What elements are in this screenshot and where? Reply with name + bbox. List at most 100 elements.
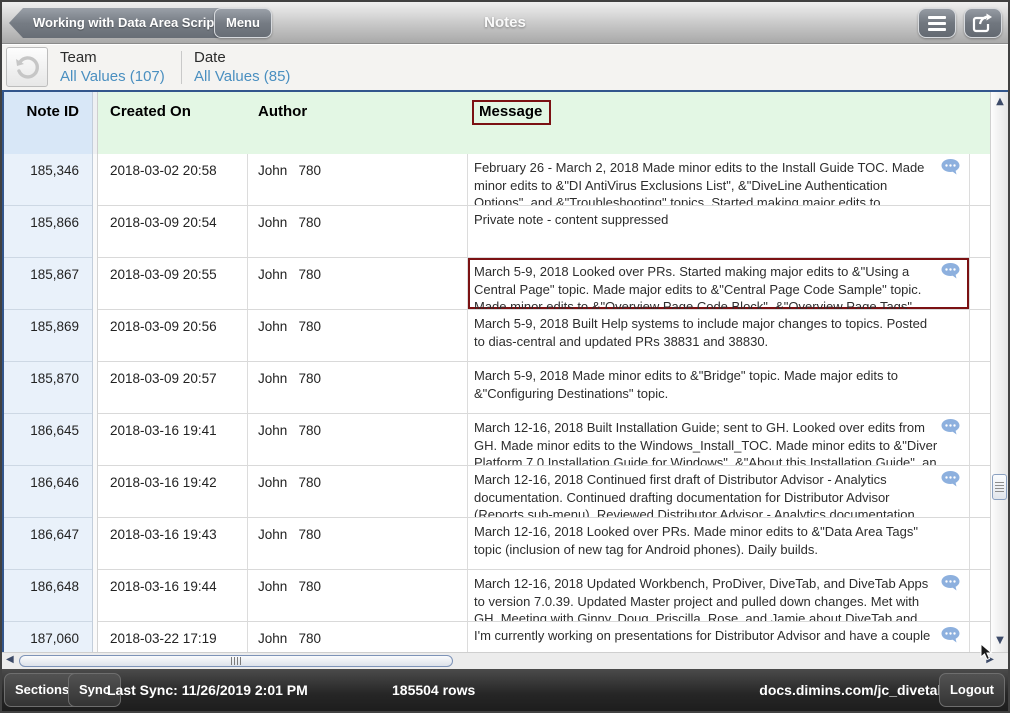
top-toolbar: Working with Data Area Scripts Menu Note…	[2, 2, 1008, 44]
author-cell: John 780	[248, 206, 468, 258]
message-cell[interactable]: March 12-16, 2018 Continued first draft …	[468, 466, 970, 518]
table-row[interactable]: 186,646 2018-03-16 19:42 John 780 March …	[4, 466, 1008, 518]
author-cell: John 780	[248, 570, 468, 622]
column-header-created-on[interactable]: Created On	[98, 92, 248, 154]
table-row[interactable]: 185,870 2018-03-09 20:57 John 780 March …	[4, 362, 1008, 414]
table-row[interactable]: 185,866 2018-03-09 20:54 John 780 Privat…	[4, 206, 1008, 258]
comment-icon[interactable]	[940, 262, 961, 285]
table-row[interactable]: 185,869 2018-03-09 20:56 John 780 March …	[4, 310, 1008, 362]
filter-team-label: Team	[60, 49, 165, 66]
filter-date-label: Date	[194, 49, 290, 66]
back-button[interactable]: Working with Data Area Scripts	[9, 8, 240, 38]
row-end-spacer	[970, 622, 990, 652]
message-cell[interactable]: March 5-9, 2018 Made minor edits to &"Br…	[468, 362, 970, 414]
message-text: March 12-16, 2018 Looked over PRs. Made …	[474, 524, 918, 557]
horizontal-scroll-thumb[interactable]	[19, 655, 453, 667]
message-text: Private note - content suppressed	[474, 212, 668, 227]
row-end-spacer	[970, 310, 990, 362]
message-cell[interactable]: March 12-16, 2018 Looked over PRs. Made …	[468, 518, 970, 570]
note-id-cell: 186,646	[4, 466, 92, 518]
filter-date-value[interactable]: All Values (85)	[194, 68, 290, 85]
created-on-cell: 2018-03-16 19:44	[98, 570, 248, 622]
refresh-icon	[13, 53, 41, 81]
message-header-highlight: Message	[472, 100, 551, 125]
row-end-spacer	[970, 518, 990, 570]
row-end-spacer	[970, 258, 990, 310]
message-cell[interactable]: March 12-16, 2018 Updated Workbench, Pro…	[468, 570, 970, 622]
table-row[interactable]: 186,647 2018-03-16 19:43 John 780 March …	[4, 518, 1008, 570]
comment-icon[interactable]	[940, 418, 961, 441]
created-on-cell: 2018-03-16 19:42	[98, 466, 248, 518]
message-cell[interactable]: March 5-9, 2018 Looked over PRs. Started…	[468, 258, 970, 310]
scroll-up-icon[interactable]: ▲	[991, 96, 1008, 107]
created-on-cell: 2018-03-09 20:55	[98, 258, 248, 310]
hamburger-icon	[928, 16, 946, 31]
note-id-cell: 185,870	[4, 362, 92, 414]
message-cell[interactable]: March 5-9, 2018 Built Help systems to in…	[468, 310, 970, 362]
column-header-message[interactable]: Message	[468, 92, 970, 154]
message-text: February 26 - March 2, 2018 Made minor e…	[474, 160, 924, 206]
message-cell[interactable]: March 12-16, 2018 Built Installation Gui…	[468, 414, 970, 466]
menu-button[interactable]: Menu	[214, 8, 272, 38]
message-text: March 12-16, 2018 Built Installation Gui…	[474, 420, 937, 466]
created-on-cell: 2018-03-09 20:57	[98, 362, 248, 414]
comment-icon[interactable]	[940, 158, 961, 181]
note-id-cell: 185,866	[4, 206, 92, 258]
note-id-cell: 187,060	[4, 622, 92, 652]
message-text: March 12-16, 2018 Continued first draft …	[474, 472, 918, 518]
filter-team-value[interactable]: All Values (107)	[60, 68, 165, 85]
created-on-cell: 2018-03-09 20:54	[98, 206, 248, 258]
note-id-cell: 185,869	[4, 310, 92, 362]
table-row[interactable]: 185,867 2018-03-09 20:55 John 780 March …	[4, 258, 1008, 310]
scroll-down-icon[interactable]: ▼	[991, 635, 1008, 646]
author-cell: John 780	[248, 310, 468, 362]
note-id-cell: 185,867	[4, 258, 92, 310]
comment-icon[interactable]	[940, 470, 961, 493]
row-end-spacer	[970, 414, 990, 466]
filter-separator	[181, 51, 182, 84]
scroll-left-icon[interactable]: ◀	[6, 654, 14, 665]
created-on-cell: 2018-03-09 20:56	[98, 310, 248, 362]
last-sync-text: Last Sync: 11/26/2019 2:01 PM	[107, 682, 308, 698]
author-cell: John 780	[248, 362, 468, 414]
created-on-cell: 2018-03-02 20:58	[98, 154, 248, 206]
row-end-spacer	[970, 206, 990, 258]
comment-icon[interactable]	[940, 574, 961, 597]
vertical-scroll-thumb[interactable]	[992, 474, 1007, 500]
table-row[interactable]: 187,060 2018-03-22 17:19 John 780 I'm cu…	[4, 622, 1008, 652]
author-cell: John 780	[248, 414, 468, 466]
share-button[interactable]	[964, 8, 1002, 38]
filter-team: Team All Values (107)	[60, 49, 165, 85]
note-id-cell: 185,346	[4, 154, 92, 206]
created-on-cell: 2018-03-16 19:43	[98, 518, 248, 570]
column-header-note-id[interactable]: Note ID	[4, 92, 92, 154]
created-on-cell: 2018-03-22 17:19	[98, 622, 248, 652]
row-end-spacer	[970, 570, 990, 622]
table-row[interactable]: 185,346 2018-03-02 20:58 John 780 Februa…	[4, 154, 1008, 206]
table-row[interactable]: 186,648 2018-03-16 19:44 John 780 March …	[4, 570, 1008, 622]
created-on-cell: 2018-03-16 19:41	[98, 414, 248, 466]
logout-button[interactable]: Logout	[939, 673, 1005, 707]
refresh-button[interactable]	[6, 47, 48, 87]
list-menu-button[interactable]	[918, 8, 956, 38]
note-id-cell: 186,645	[4, 414, 92, 466]
column-header-author[interactable]: Author	[248, 92, 468, 154]
message-cell[interactable]: I'm currently working on presentations f…	[468, 622, 970, 652]
scroll-right-icon[interactable]: ▶	[986, 654, 994, 665]
vertical-scrollbar[interactable]: ▲ ▼	[990, 92, 1008, 652]
status-bar: Sections Sync Last Sync: 11/26/2019 2:01…	[2, 669, 1008, 711]
author-cell: John 780	[248, 466, 468, 518]
column-header-end-spacer	[970, 92, 990, 154]
horizontal-scrollbar[interactable]: ◀ ▶	[2, 652, 1008, 669]
notes-table: Note ID Created On Author Message 185,34…	[2, 90, 1008, 652]
message-cell[interactable]: Private note - content suppressed	[468, 206, 970, 258]
author-cell: John 780	[248, 622, 468, 652]
author-cell: John 780	[248, 154, 468, 206]
table-row[interactable]: 186,645 2018-03-16 19:41 John 780 March …	[4, 414, 1008, 466]
filter-date: Date All Values (85)	[194, 49, 290, 85]
note-id-cell: 186,647	[4, 518, 92, 570]
row-count: 185504 rows	[392, 682, 475, 698]
comment-icon[interactable]	[940, 626, 961, 649]
row-end-spacer	[970, 466, 990, 518]
message-cell[interactable]: February 26 - March 2, 2018 Made minor e…	[468, 154, 970, 206]
